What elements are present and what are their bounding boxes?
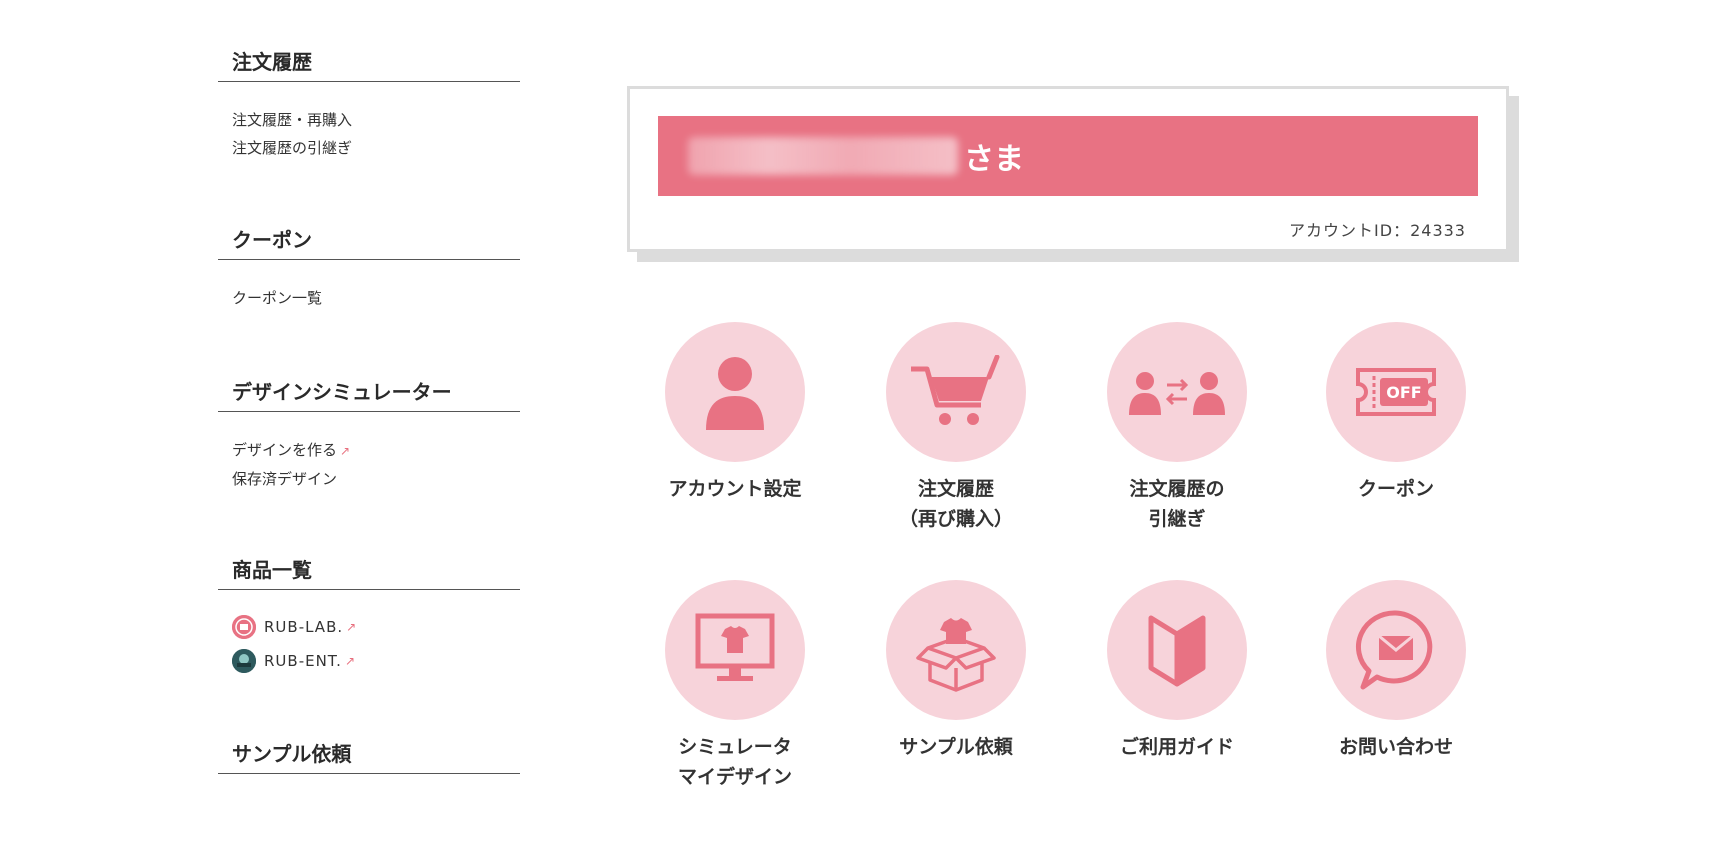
person-icon	[706, 357, 764, 430]
menu-sample-request[interactable]: サンプル依頼	[846, 580, 1066, 762]
brand-label: RUB-ENT.	[264, 652, 342, 670]
link-order-history-transfer[interactable]: 注文履歴の引継ぎ	[232, 134, 520, 162]
account-card: さま アカウントID：24333	[627, 86, 1509, 252]
external-link-icon: ↗	[340, 444, 351, 458]
menu-label-line1: ご利用ガイド	[1119, 736, 1234, 758]
sidebar-section-products: 商品一覧 RUB-LAB. ↗ RUB-ENT. ↗	[218, 548, 520, 732]
section-title: クーポン	[218, 218, 520, 260]
beginner-mark-icon	[1148, 615, 1206, 687]
link-order-history-repurchase[interactable]: 注文履歴・再購入	[232, 106, 520, 134]
monitor-shirt-icon	[695, 613, 775, 681]
svg-text:OFF: OFF	[1386, 383, 1421, 402]
external-link-icon: ↗	[344, 654, 357, 668]
sidebar-section-sample-request: サンプル依頼	[218, 732, 520, 774]
section-title: サンプル依頼	[218, 732, 520, 774]
mail-bubble-icon	[1355, 610, 1433, 690]
menu-label-line1: 注文履歴の	[1129, 478, 1225, 500]
account-name-bar: さま	[658, 116, 1478, 196]
menu-label-line1: 注文履歴	[917, 478, 994, 500]
menu-label-line1: クーポン	[1357, 478, 1434, 500]
transfer-icon	[1129, 372, 1225, 415]
sidebar-section-order-history: 注文履歴 注文履歴・再購入 注文履歴の引継ぎ	[218, 40, 520, 218]
menu-circle	[1326, 580, 1466, 720]
rub-lab-logo-icon	[232, 615, 256, 639]
rub-ent-logo-icon	[232, 649, 256, 673]
menu-user-guide[interactable]: ご利用ガイド	[1067, 580, 1287, 762]
box-shirt-icon	[916, 618, 996, 692]
menu-circle	[886, 580, 1026, 720]
name-suffix: さま	[964, 142, 1024, 177]
menu-circle	[1107, 322, 1247, 462]
menu-circle	[886, 322, 1026, 462]
menu-simulator-my-design[interactable]: シミュレータ マイデザイン	[625, 580, 845, 792]
coupon-off-icon: OFF	[1356, 368, 1436, 416]
menu-label-line1: サンプル依頼	[899, 736, 1013, 758]
menu-order-history-repurchase[interactable]: 注文履歴 （再び購入）	[846, 322, 1066, 534]
menu-order-history-transfer[interactable]: 注文履歴の 引継ぎ	[1067, 322, 1287, 534]
menu-label-line1: シミュレータ	[678, 736, 792, 758]
cart-icon	[911, 355, 1000, 425]
sidebar-section-design-simulator: デザインシミュレーター デザインを作る ↗ 保存済デザイン	[218, 370, 520, 548]
link-rub-ent[interactable]: RUB-ENT. ↗	[232, 644, 520, 678]
link-create-design[interactable]: デザインを作る ↗	[232, 436, 520, 465]
link-coupon-list[interactable]: クーポン一覧	[232, 284, 520, 312]
section-title: 商品一覧	[218, 548, 520, 590]
menu-label-line2: マイデザイン	[677, 766, 792, 788]
menu-circle: OFF	[1326, 322, 1466, 462]
sidebar: 注文履歴 注文履歴・再購入 注文履歴の引継ぎ クーポン クーポン一覧 デザインシ…	[218, 40, 520, 774]
section-title: 注文履歴	[218, 40, 520, 82]
menu-circle	[1107, 580, 1247, 720]
account-id: アカウントID：24333	[1289, 221, 1466, 240]
menu-contact[interactable]: お問い合わせ	[1286, 580, 1506, 762]
menu-coupon[interactable]: OFF クーポン	[1286, 322, 1506, 504]
blurred-user-name	[688, 137, 958, 175]
menu-label-line2: （再び購入）	[898, 508, 1013, 530]
menu-label-line1: アカウント設定	[668, 478, 802, 500]
external-link-icon: ↗	[346, 620, 358, 634]
link-rub-lab[interactable]: RUB-LAB. ↗	[232, 610, 520, 644]
link-label: デザインを作る	[232, 441, 338, 459]
link-saved-designs[interactable]: 保存済デザイン	[232, 465, 520, 493]
section-title: デザインシミュレーター	[218, 370, 520, 412]
sidebar-section-coupon: クーポン クーポン一覧	[218, 218, 520, 370]
menu-circle	[665, 322, 805, 462]
menu-circle	[665, 580, 805, 720]
menu-account-settings[interactable]: アカウント設定	[625, 322, 845, 504]
brand-label: RUB-LAB.	[264, 618, 344, 636]
menu-label-line2: 引継ぎ	[1148, 508, 1206, 530]
menu-label-line1: お問い合わせ	[1338, 736, 1453, 758]
